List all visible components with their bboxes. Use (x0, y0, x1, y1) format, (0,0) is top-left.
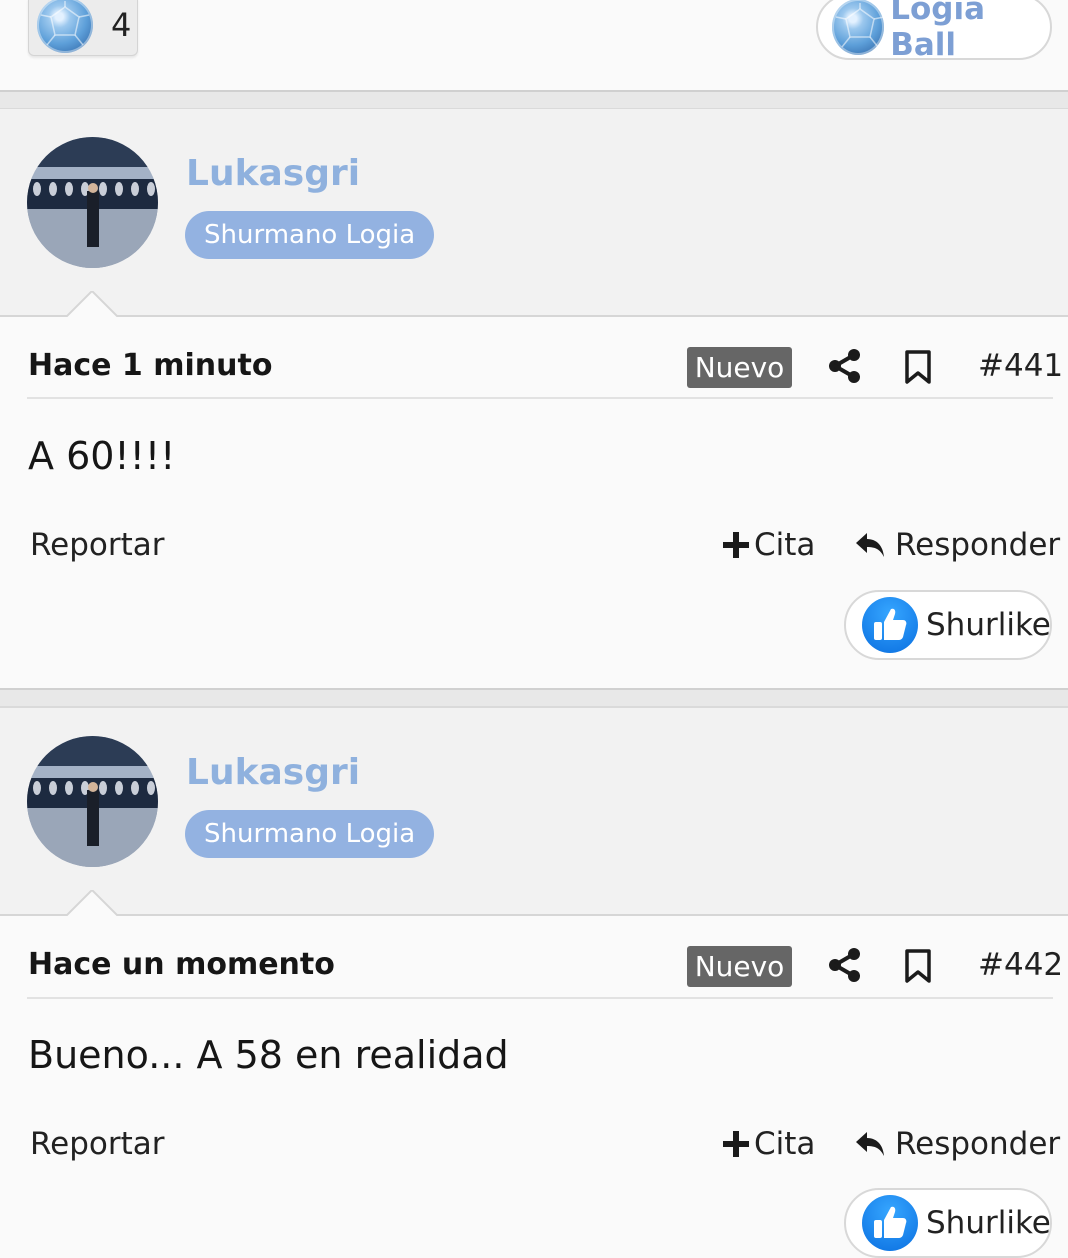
bookmark-icon[interactable] (903, 349, 933, 385)
share-icon[interactable] (828, 947, 862, 983)
post-time[interactable]: Hace un momento (28, 947, 335, 982)
post-separator (0, 688, 1068, 708)
shurlike-button[interactable]: Shurlike (844, 1188, 1052, 1258)
report-link[interactable]: Reportar (30, 1126, 165, 1162)
diamond-ball-icon (37, 0, 93, 53)
arrow-notch (66, 291, 118, 317)
username-link[interactable]: Lukasgri (186, 752, 360, 793)
reply-arrow-icon (856, 533, 884, 557)
post-separator (0, 90, 1068, 110)
reply-button[interactable]: Responder (855, 527, 1060, 563)
logia-ball-label: Logia Ball (890, 0, 985, 63)
shurlike-button[interactable]: Shurlike (844, 590, 1052, 660)
post-time[interactable]: Hace 1 minuto (28, 348, 272, 383)
role-badge: Shurmano Logia (185, 211, 435, 259)
new-badge: Nuevo (687, 946, 792, 987)
username-link[interactable]: Lukasgri (186, 153, 360, 194)
reaction-count-button[interactable]: 4 (28, 0, 138, 56)
post-header-divider (27, 997, 1053, 999)
quote-label: Cita (754, 1126, 816, 1162)
post-user-block: Lukasgri Shurmano Logia (0, 109, 1068, 317)
thumbs-up-icon (862, 597, 918, 653)
quote-button[interactable]: Cita (722, 1126, 815, 1162)
thumbs-up-icon (862, 1195, 918, 1251)
shurlike-label: Shurlike (926, 1205, 1051, 1241)
shurlike-label: Shurlike (926, 607, 1051, 643)
arrow-notch (66, 890, 118, 916)
post-number-link[interactable]: #442 (978, 947, 1063, 983)
post-user-block: Lukasgri Shurmano Logia (0, 708, 1068, 916)
bookmark-icon[interactable] (903, 948, 933, 984)
new-badge: Nuevo (687, 347, 792, 388)
quote-label: Cita (754, 527, 816, 563)
post-message: Bueno... A 58 en realidad (28, 1033, 509, 1077)
role-badge: Shurmano Logia (185, 810, 435, 858)
plus-icon (723, 532, 749, 558)
plus-icon (723, 1131, 749, 1157)
reply-button[interactable]: Responder (855, 1126, 1060, 1162)
post-number-link[interactable]: #441 (978, 348, 1063, 384)
reply-arrow-icon (856, 1132, 884, 1156)
reply-label: Responder (895, 1126, 1061, 1162)
diamond-ball-icon (832, 0, 885, 55)
quote-button[interactable]: Cita (722, 527, 815, 563)
reaction-count: 4 (111, 6, 132, 44)
post-message: A 60!!!! (28, 434, 176, 478)
avatar[interactable] (27, 736, 158, 867)
logia-ball-button[interactable]: Logia Ball (816, 0, 1052, 63)
reply-label: Responder (895, 527, 1061, 563)
report-link[interactable]: Reportar (30, 527, 165, 563)
avatar[interactable] (27, 137, 158, 268)
share-icon[interactable] (828, 348, 862, 384)
post-header-divider (27, 397, 1053, 399)
